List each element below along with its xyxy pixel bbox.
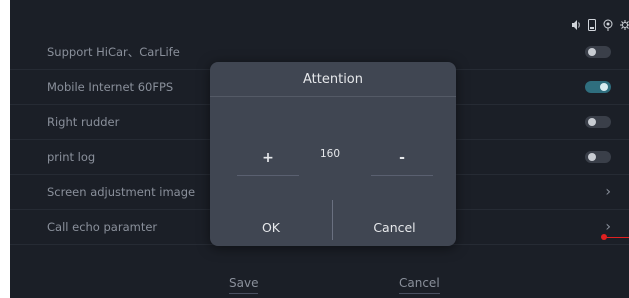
dialog-title: Attention: [210, 62, 456, 97]
toggle-knob: [588, 48, 596, 56]
chevron-right-icon[interactable]: ›: [605, 184, 611, 200]
toggle-knob: [588, 153, 596, 161]
value-stepper: + 160 -: [210, 140, 456, 180]
settings-screen: Support HiCar、CarLife Mobile Internet 60…: [10, 0, 629, 298]
attention-dialog: Attention + 160 - OK Cancel: [210, 62, 456, 246]
phone-icon: [587, 16, 597, 31]
volume-icon: [571, 16, 581, 30]
annotation-line: [604, 237, 629, 238]
setting-label: Right rudder: [47, 115, 120, 129]
setting-label: Support HiCar、CarLife: [47, 45, 180, 59]
brightness-icon: [619, 16, 629, 30]
increment-button[interactable]: +: [237, 140, 299, 176]
decrement-button[interactable]: -: [371, 140, 433, 176]
cancel-button[interactable]: Cancel: [399, 276, 440, 294]
dialog-actions: OK Cancel: [210, 200, 456, 246]
toggle-knob: [588, 118, 596, 126]
hicar-carlife-toggle[interactable]: [585, 46, 611, 58]
stepper-value: 160: [320, 148, 341, 160]
status-bar: [571, 14, 629, 31]
setting-label: print log: [47, 150, 96, 164]
setting-label: Call echo paramter: [47, 220, 158, 234]
right-rudder-toggle[interactable]: [585, 116, 611, 128]
ok-button[interactable]: OK: [210, 208, 332, 246]
setting-label: Screen adjustment image: [47, 185, 196, 199]
chevron-right-icon[interactable]: ›: [605, 219, 611, 235]
wireless-icon: [603, 16, 613, 31]
save-button[interactable]: Save: [229, 276, 259, 294]
dialog-cancel-button[interactable]: Cancel: [333, 208, 456, 246]
toggle-knob: [600, 83, 608, 91]
setting-label: Mobile Internet 60FPS: [47, 80, 174, 94]
mobile-internet-60fps-toggle[interactable]: [585, 81, 611, 93]
print-log-toggle[interactable]: [585, 151, 611, 163]
bottom-action-bar: Save Cancel: [10, 270, 629, 298]
